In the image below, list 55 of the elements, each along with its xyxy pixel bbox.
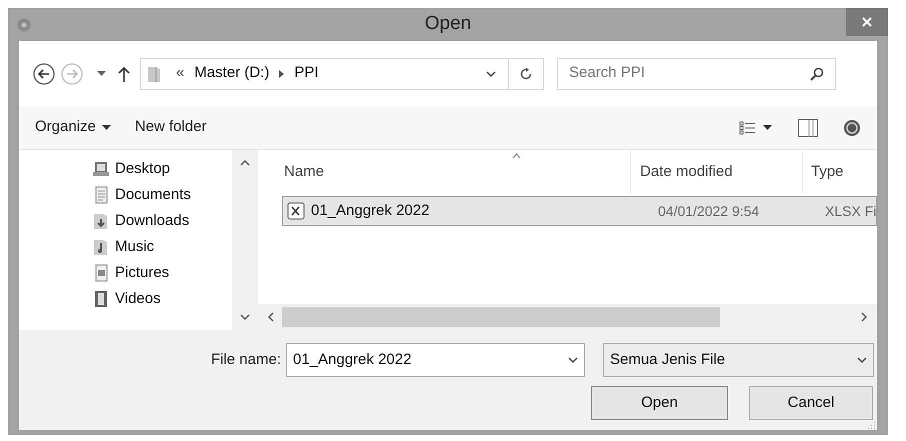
scrollbar-thumb[interactable]	[282, 307, 720, 327]
sidebar-item[interactable]: Desktop	[90, 156, 232, 182]
help-icon[interactable]	[843, 118, 861, 136]
scroll-left-icon[interactable]	[268, 312, 274, 322]
column-header[interactable]: Name	[284, 160, 324, 184]
dropdown-icon[interactable]	[486, 70, 496, 76]
sidebar-item[interactable]: Pictures	[90, 260, 232, 286]
dropdown-icon[interactable]	[568, 357, 578, 363]
vertical-scrollbar[interactable]	[232, 150, 258, 330]
scroll-up-icon[interactable]	[240, 160, 250, 166]
horizontal-scrollbar[interactable]	[258, 304, 877, 330]
scroll-down-icon[interactable]	[240, 314, 250, 320]
cancel-button[interactable]: Cancel	[749, 386, 873, 420]
file-type: XLSX Fil	[824, 202, 877, 220]
file-row[interactable]: 01_Anggrek 2022 04/01/2022 9:54 XLSX Fil	[282, 196, 877, 226]
caret-icon	[102, 125, 111, 130]
sidebar-item[interactable]: Music	[90, 234, 232, 260]
new-folder-button[interactable]: New folder	[134, 116, 207, 139]
window-title: Open	[424, 12, 472, 36]
column-header[interactable]: Type	[811, 160, 844, 184]
scroll-right-icon[interactable]	[861, 312, 867, 322]
close-icon	[862, 17, 872, 27]
spreadsheet-icon	[287, 202, 305, 220]
preview-pane-icon[interactable]	[798, 118, 818, 136]
caret-icon[interactable]	[763, 125, 772, 130]
sidebar-item[interactable]: Documents	[90, 182, 232, 208]
app-icon	[17, 18, 31, 32]
address-bar[interactable]: « Master (D:) PPI	[140, 58, 544, 90]
open-button[interactable]: Open	[591, 386, 728, 420]
resize-grip-icon[interactable]	[868, 421, 876, 429]
file-type-dropdown[interactable]: Semua Jenis File	[603, 343, 874, 377]
breadcrumb-item[interactable]: Master (D:)	[194, 62, 270, 85]
breadcrumb-arrow-icon[interactable]	[279, 70, 284, 78]
view-options-icon[interactable]	[739, 120, 755, 134]
back-icon[interactable]	[33, 62, 55, 84]
caret-icon[interactable]	[97, 71, 106, 76]
file-name-field[interactable]: 01_Anggrek 2022	[286, 343, 585, 377]
close-button[interactable]	[846, 8, 888, 36]
breadcrumb-item[interactable]: PPI	[294, 62, 319, 85]
file-name-label: File name:	[210, 350, 281, 370]
up-arrow-icon[interactable]	[118, 66, 130, 82]
file-name-value: 01_Anggrek 2022	[293, 350, 412, 370]
organize-menu[interactable]: Organize	[35, 116, 111, 139]
search-placeholder: Search PPI	[569, 63, 645, 84]
refresh-icon[interactable]	[519, 66, 533, 80]
search-field[interactable]: Search PPI	[557, 58, 836, 90]
sidebar-item[interactable]: Downloads	[90, 208, 232, 234]
file-date: 04/01/2022 9:54	[657, 202, 760, 220]
sidebar-item[interactable]: Videos	[90, 286, 232, 312]
overflow-chevron[interactable]: «	[176, 62, 184, 85]
dropdown-icon[interactable]	[857, 357, 867, 363]
file-name: 01_Anggrek 2022	[310, 200, 430, 221]
column-header[interactable]: Date modified	[640, 160, 733, 184]
file-type-value: Semua Jenis File	[610, 350, 726, 370]
search-icon[interactable]	[810, 66, 824, 80]
